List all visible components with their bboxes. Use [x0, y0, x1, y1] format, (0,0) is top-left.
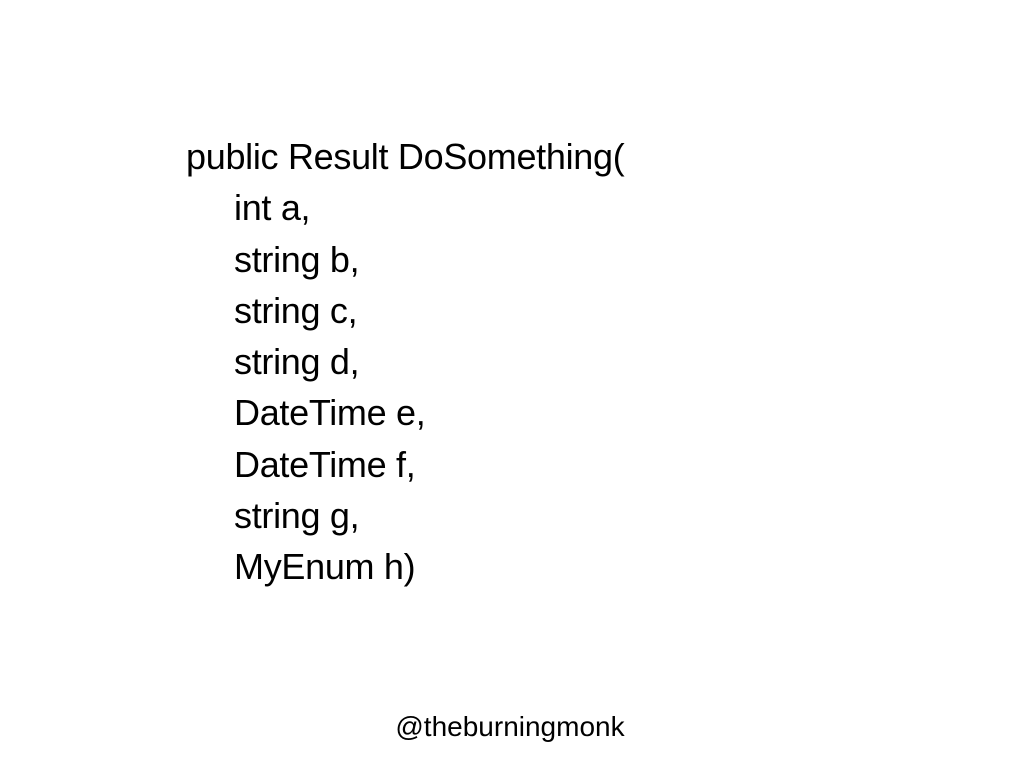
- parameter-line: string c,: [234, 289, 358, 331]
- parameter-line: MyEnum h): [234, 546, 416, 588]
- parameter-line: DateTime f,: [234, 443, 416, 485]
- author-handle: @theburningmonk: [0, 707, 1024, 747]
- code-snippet: public Result DoSomething( int a, string…: [186, 131, 625, 593]
- method-signature-line: public Result DoSomething(: [186, 136, 625, 177]
- parameter-line: string b,: [234, 238, 360, 280]
- parameter-line: DateTime e,: [234, 392, 426, 434]
- author-handle-text: @theburningmonk: [395, 711, 625, 742]
- parameter-line: int a,: [234, 187, 311, 229]
- parameter-line: string d,: [234, 341, 360, 383]
- parameter-line: string g,: [234, 495, 360, 537]
